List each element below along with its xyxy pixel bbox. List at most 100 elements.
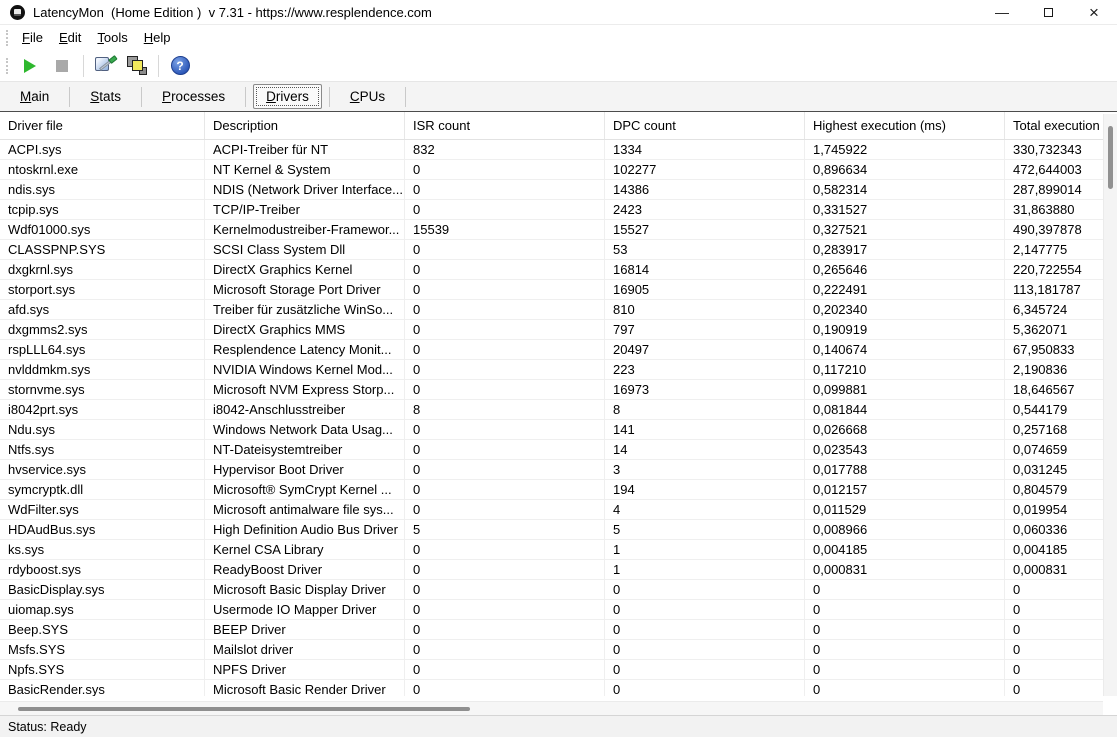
- table-cell: 0,544179: [1005, 400, 1117, 419]
- table-cell: 0: [405, 660, 605, 679]
- table-cell: 223: [605, 360, 805, 379]
- tab-processes[interactable]: Processes: [149, 84, 238, 109]
- table-cell: 0: [1005, 620, 1117, 639]
- copy-report-button[interactable]: [123, 53, 151, 79]
- stop-monitor-button[interactable]: [48, 53, 76, 79]
- menu-file[interactable]: File: [14, 28, 51, 47]
- table-cell: 20497: [605, 340, 805, 359]
- horizontal-scrollbar[interactable]: [0, 701, 1103, 715]
- menu-edit[interactable]: Edit: [51, 28, 89, 47]
- table-row[interactable]: ACPI.sysACPI-Treiber für NT83213341,7459…: [0, 140, 1117, 160]
- table-row[interactable]: storport.sysMicrosoft Storage Port Drive…: [0, 280, 1117, 300]
- table-row[interactable]: Ntfs.sysNT-Dateisystemtreiber0140,023543…: [0, 440, 1117, 460]
- start-monitor-button[interactable]: [16, 53, 44, 79]
- vertical-scrollbar-thumb[interactable]: [1108, 126, 1113, 189]
- table-row[interactable]: BasicRender.sysMicrosoft Basic Render Dr…: [0, 680, 1117, 696]
- table-row[interactable]: Ndu.sysWindows Network Data Usag...01410…: [0, 420, 1117, 440]
- table-cell: 0,012157: [805, 480, 1005, 499]
- table-cell: 0: [405, 300, 605, 319]
- close-button[interactable]: ×: [1071, 0, 1117, 24]
- table-row[interactable]: Wdf01000.sysKernelmodustreiber-Framewor.…: [0, 220, 1117, 240]
- vertical-scrollbar[interactable]: [1103, 114, 1117, 696]
- table-row[interactable]: dxgkrnl.sysDirectX Graphics Kernel016814…: [0, 260, 1117, 280]
- table-row[interactable]: CLASSPNP.SYSSCSI Class System Dll0530,28…: [0, 240, 1117, 260]
- horizontal-scrollbar-thumb[interactable]: [18, 707, 470, 711]
- table-cell: 287,899014: [1005, 180, 1117, 199]
- table-row[interactable]: uiomap.sysUsermode IO Mapper Driver0000: [0, 600, 1117, 620]
- table-cell: 5: [605, 520, 805, 539]
- table-row[interactable]: stornvme.sysMicrosoft NVM Express Storp.…: [0, 380, 1117, 400]
- table-row[interactable]: i8042prt.sysi8042-Anschlusstreiber880,08…: [0, 400, 1117, 420]
- help-button[interactable]: ?: [166, 53, 194, 79]
- tab-stats[interactable]: Stats: [77, 84, 134, 109]
- minimize-button[interactable]: —: [979, 0, 1025, 24]
- table-cell: stornvme.sys: [0, 380, 205, 399]
- tab-label-rest: tats: [99, 89, 121, 104]
- tab-label-rest: rivers: [276, 89, 309, 104]
- table-row[interactable]: BasicDisplay.sysMicrosoft Basic Display …: [0, 580, 1117, 600]
- table-cell: 0: [1005, 680, 1117, 696]
- table-row[interactable]: Msfs.SYSMailslot driver0000: [0, 640, 1117, 660]
- driver-options-button[interactable]: [91, 53, 119, 79]
- tab-cpus[interactable]: CPUs: [337, 84, 398, 109]
- table-row[interactable]: HDAudBus.sysHigh Definition Audio Bus Dr…: [0, 520, 1117, 540]
- table-cell: 0,202340: [805, 300, 1005, 319]
- column-header-dpc-count[interactable]: DPC count: [605, 112, 805, 139]
- table-row[interactable]: rdyboost.sysReadyBoost Driver010,0008310…: [0, 560, 1117, 580]
- table-row[interactable]: ntoskrnl.exeNT Kernel & System01022770,8…: [0, 160, 1117, 180]
- column-header-description[interactable]: Description: [205, 112, 405, 139]
- window-title: LatencyMon (Home Edition ) v 7.31 - http…: [33, 5, 432, 20]
- table-cell: 0,004185: [805, 540, 1005, 559]
- table-row[interactable]: WdFilter.sysMicrosoft antimalware file s…: [0, 500, 1117, 520]
- tab-separator: [245, 87, 246, 107]
- menu-help-accel: H: [144, 30, 153, 45]
- menu-tools-rest: ools: [104, 30, 128, 45]
- table-cell: BasicRender.sys: [0, 680, 205, 696]
- toolbar-gripper[interactable]: [6, 58, 8, 74]
- table-row[interactable]: ks.sysKernel CSA Library010,0041850,0041…: [0, 540, 1117, 560]
- table-cell: 0: [405, 580, 605, 599]
- table-cell: NT-Dateisystemtreiber: [205, 440, 405, 459]
- column-header-highest-execution-ms[interactable]: Highest execution (ms): [805, 112, 1005, 139]
- toolbar: ?: [0, 50, 1117, 82]
- column-header-total-execution-ms[interactable]: Total execution (ms): [1005, 112, 1117, 139]
- menu-tools[interactable]: Tools: [89, 28, 135, 47]
- table-row[interactable]: afd.sysTreiber für zusätzliche WinSo...0…: [0, 300, 1117, 320]
- table-row[interactable]: nvlddmkm.sysNVIDIA Windows Kernel Mod...…: [0, 360, 1117, 380]
- table-cell: storport.sys: [0, 280, 205, 299]
- table-row[interactable]: Npfs.SYSNPFS Driver0000: [0, 660, 1117, 680]
- drivers-table: Driver fileDescriptionISR countDPC count…: [0, 112, 1117, 715]
- table-row[interactable]: dxgmms2.sysDirectX Graphics MMS07970,190…: [0, 320, 1117, 340]
- table-cell: 0: [605, 680, 805, 696]
- column-header-driver-file[interactable]: Driver file: [0, 112, 205, 139]
- table-cell: hvservice.sys: [0, 460, 205, 479]
- table-cell: 0,004185: [1005, 540, 1117, 559]
- tab-label-accel: D: [266, 89, 276, 104]
- table-row[interactable]: rspLLL64.sysResplendence Latency Monit..…: [0, 340, 1117, 360]
- table-row[interactable]: symcryptk.dllMicrosoft® SymCrypt Kernel …: [0, 480, 1117, 500]
- table-cell: 0: [405, 540, 605, 559]
- column-header-isr-count[interactable]: ISR count: [405, 112, 605, 139]
- table-cell: NPFS Driver: [205, 660, 405, 679]
- table-cell: ntoskrnl.exe: [0, 160, 205, 179]
- table-cell: 0: [405, 460, 605, 479]
- table-cell: 0,074659: [1005, 440, 1117, 459]
- table-row[interactable]: hvservice.sysHypervisor Boot Driver030,0…: [0, 460, 1117, 480]
- status-text: Status: Ready: [8, 720, 87, 734]
- table-cell: 832: [405, 140, 605, 159]
- table-cell: ks.sys: [0, 540, 205, 559]
- table-row[interactable]: Beep.SYSBEEP Driver0000: [0, 620, 1117, 640]
- table-row[interactable]: ndis.sysNDIS (Network Driver Interface..…: [0, 180, 1117, 200]
- table-cell: 5: [405, 520, 605, 539]
- window-controls: — ×: [979, 0, 1117, 24]
- menu-help[interactable]: Help: [136, 28, 179, 47]
- menubar-gripper[interactable]: [6, 30, 8, 46]
- table-cell: 0: [405, 280, 605, 299]
- table-cell: 16905: [605, 280, 805, 299]
- table-row[interactable]: tcpip.sysTCP/IP-Treiber024230,33152731,8…: [0, 200, 1117, 220]
- tab-main[interactable]: Main: [7, 84, 62, 109]
- maximize-button[interactable]: [1025, 0, 1071, 24]
- table-cell: Ntfs.sys: [0, 440, 205, 459]
- table-cell: 0: [805, 620, 1005, 639]
- tab-drivers[interactable]: Drivers: [253, 84, 322, 109]
